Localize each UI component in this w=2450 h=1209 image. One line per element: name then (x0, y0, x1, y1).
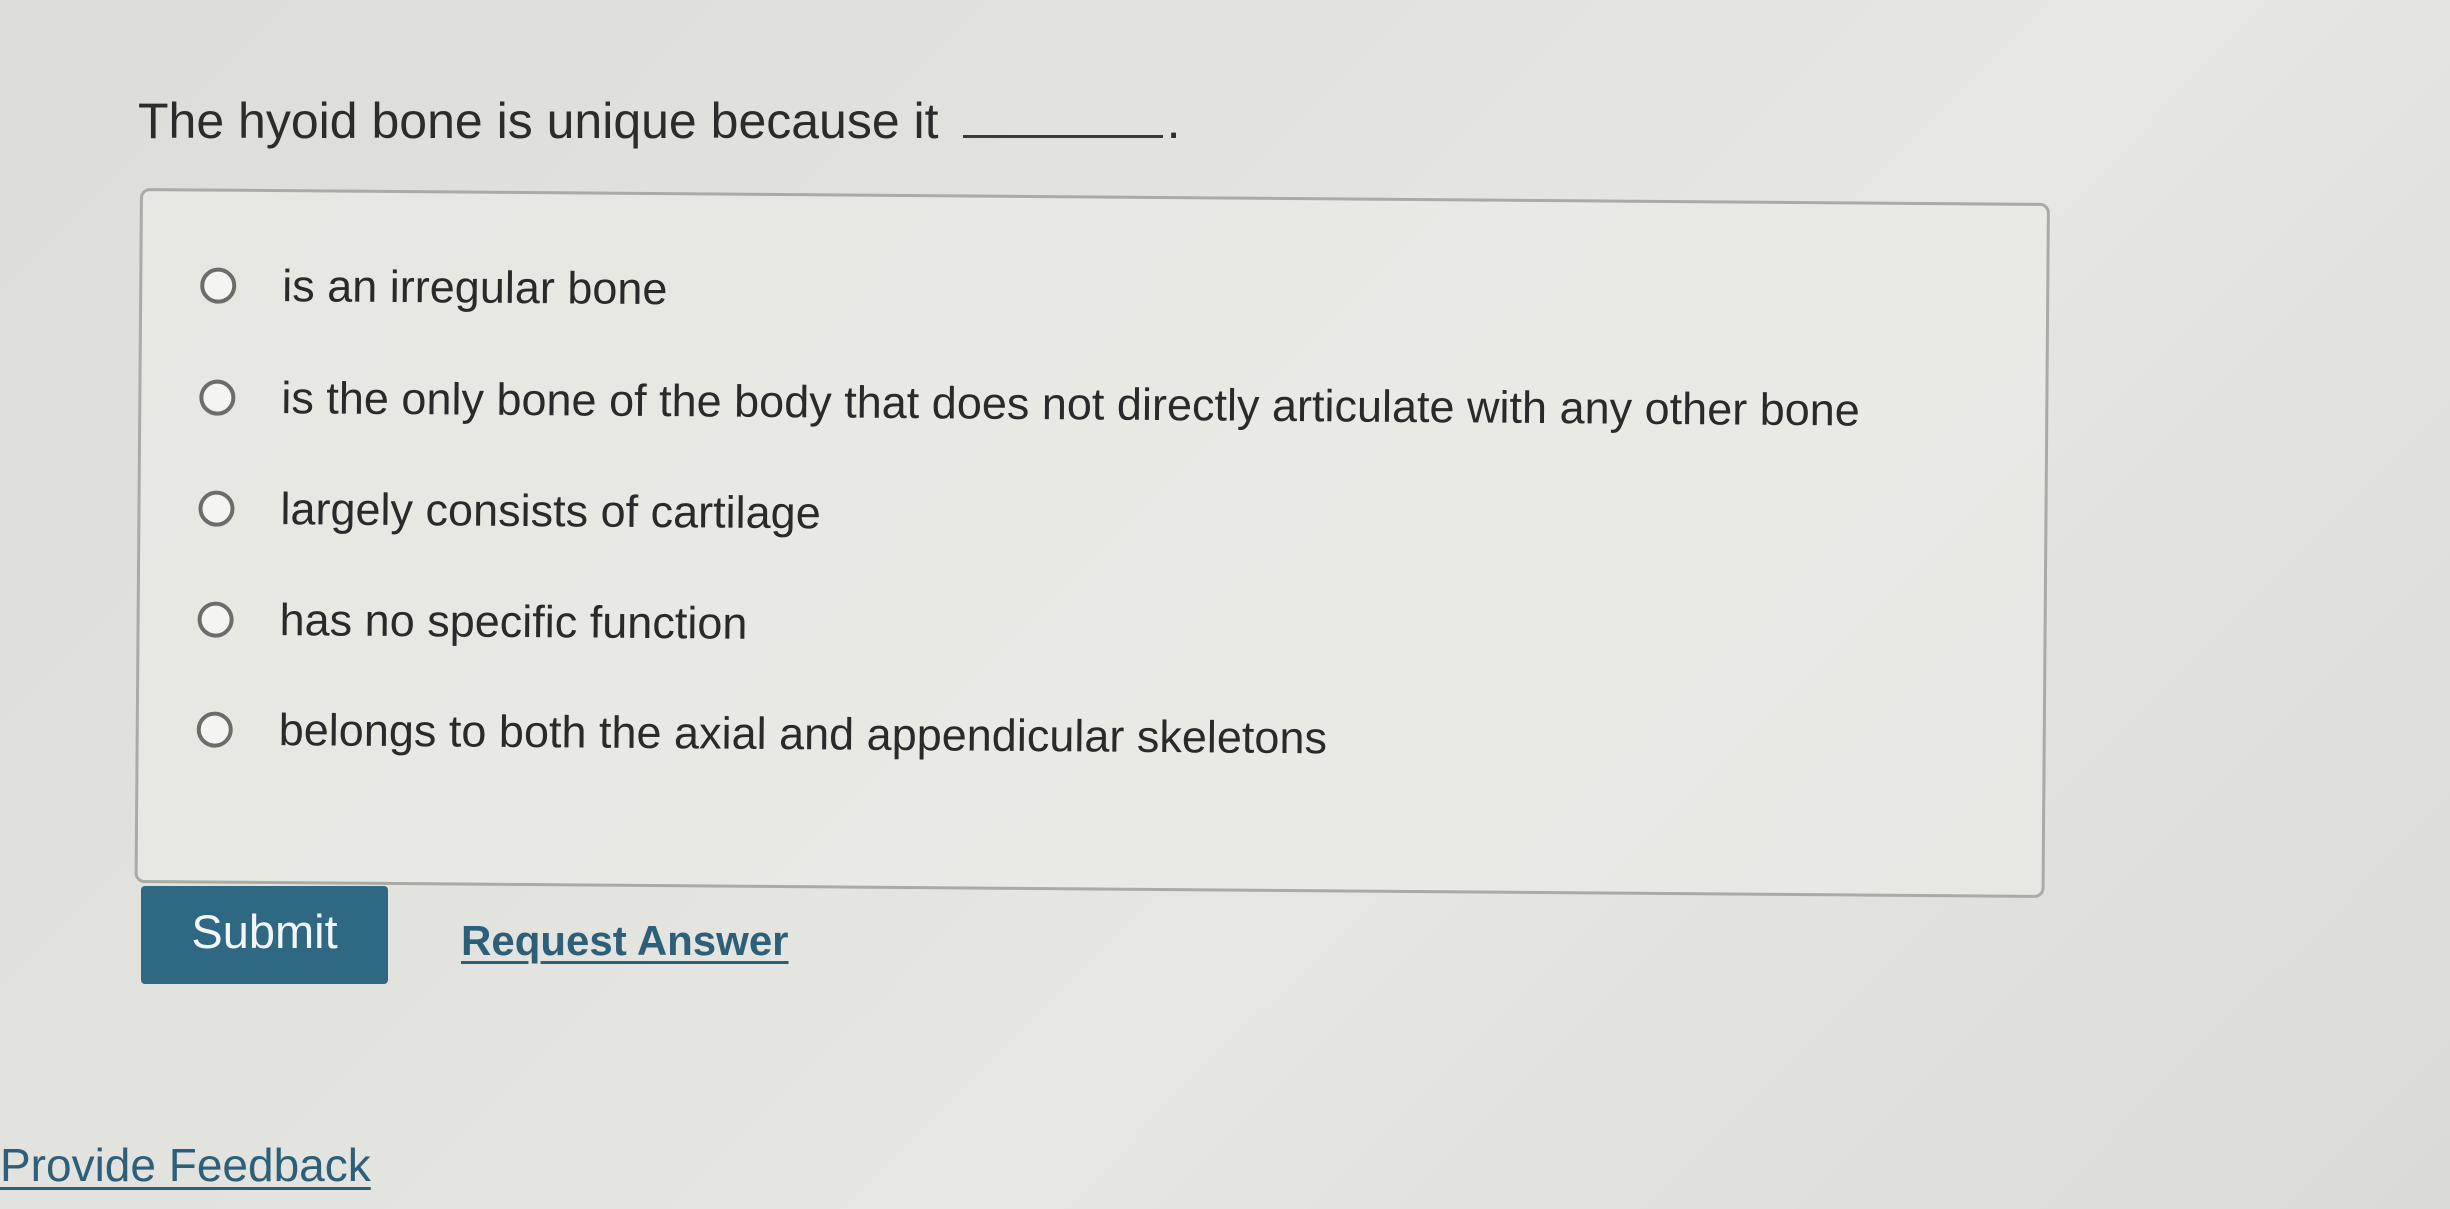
question-prompt: The hyoid bone is unique because it. (138, 92, 1180, 150)
option-label: is an irregular bone (282, 260, 668, 315)
option-no-function[interactable]: has no specific function (197, 593, 748, 649)
option-irregular-bone[interactable]: is an irregular bone (200, 259, 668, 315)
request-answer-link[interactable]: Request Answer (461, 917, 789, 965)
radio-button[interactable] (198, 490, 235, 527)
radio-button[interactable] (196, 711, 233, 748)
option-label: belongs to both the axial and appendicul… (278, 704, 1328, 764)
provide-feedback-link[interactable]: Provide Feedback (0, 1138, 371, 1192)
option-no-articulation[interactable]: is the only bone of the body that does n… (199, 371, 1860, 436)
answer-options-panel: is an irregular bone is the only bone of… (134, 188, 2050, 898)
option-label: largely consists of cartilage (280, 483, 821, 539)
question-text: The hyoid bone is unique because it (138, 93, 939, 149)
answer-blank (962, 95, 1163, 138)
option-label: is the only bone of the body that does n… (281, 372, 1861, 436)
radio-button[interactable] (197, 601, 234, 638)
option-cartilage[interactable]: largely consists of cartilage (198, 482, 821, 539)
radio-button[interactable] (200, 267, 237, 304)
radio-button[interactable] (199, 379, 236, 416)
question-period: . (1166, 93, 1181, 149)
option-axial-appendicular[interactable]: belongs to both the axial and appendicul… (196, 703, 1328, 764)
submit-button[interactable]: Submit (141, 886, 388, 984)
option-label: has no specific function (279, 594, 748, 649)
